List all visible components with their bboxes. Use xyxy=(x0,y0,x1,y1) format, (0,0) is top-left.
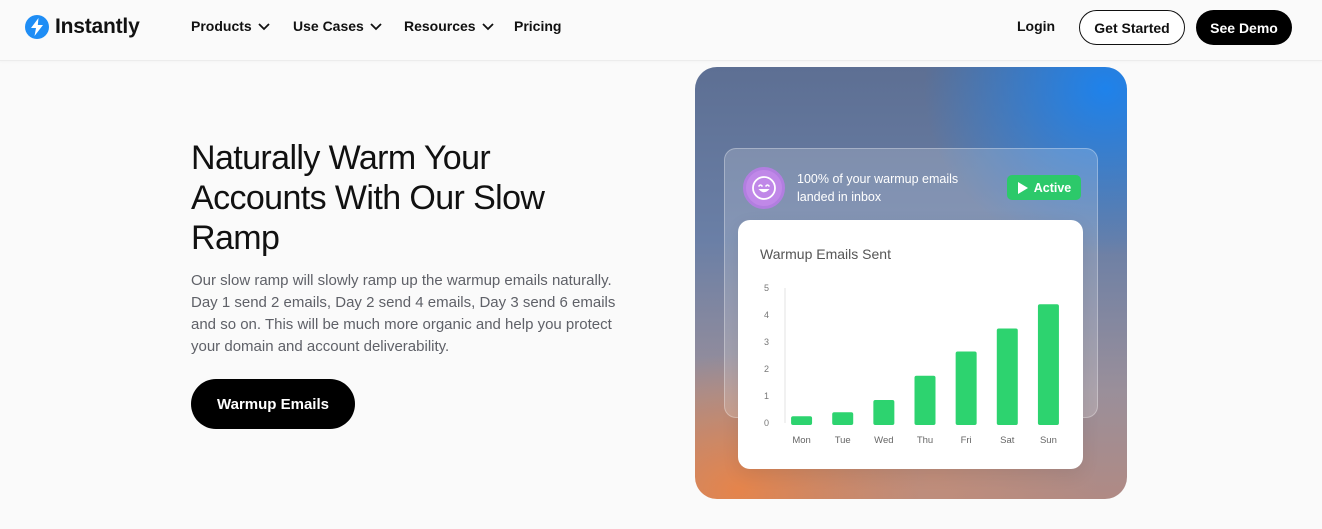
x-tick-label: Sat xyxy=(1000,435,1015,446)
chart-bar-thu xyxy=(914,375,936,425)
chevron-down-icon xyxy=(258,22,270,30)
warmup-emails-button[interactable]: Warmup Emails xyxy=(191,379,355,429)
chart-bar-fri xyxy=(955,351,977,425)
get-started-button[interactable]: Get Started xyxy=(1079,10,1185,45)
warmup-bar-chart: 0 1 2 3 4 5 Mon Tue Wed Thu Fri Sat Sun xyxy=(764,283,1059,446)
login-link[interactable]: Login xyxy=(1017,18,1055,34)
active-badge-label: Active xyxy=(1033,180,1072,195)
see-demo-button[interactable]: See Demo xyxy=(1196,10,1292,45)
play-icon xyxy=(1017,181,1028,194)
nav-menu-pricing[interactable]: Pricing xyxy=(514,18,561,34)
chevron-down-icon xyxy=(370,22,382,30)
lightning-bolt-icon xyxy=(25,15,49,39)
smiley-face-icon xyxy=(743,167,785,209)
hero-description: Our slow ramp will slowly ramp up the wa… xyxy=(191,272,616,355)
x-tick-label: Thu xyxy=(917,435,933,446)
brand-logo[interactable]: Instantly xyxy=(25,15,140,39)
chevron-down-icon xyxy=(481,22,494,30)
nav-menu-label: Products xyxy=(191,18,252,34)
y-tick-label: 3 xyxy=(764,337,769,347)
x-tick-label: Wed xyxy=(874,435,893,446)
y-tick-label: 1 xyxy=(764,391,769,401)
x-tick-label: Tue xyxy=(835,435,851,446)
nav-menu-use-cases[interactable]: Use Cases xyxy=(293,18,382,34)
brand-name: Instantly xyxy=(55,15,140,38)
nav-menu-label: Pricing xyxy=(514,18,562,34)
hero-headline: Naturally Warm Your Accounts With Our Sl… xyxy=(191,139,545,257)
x-tick-label: Fri xyxy=(961,435,972,446)
nav-menu-products[interactable]: Products xyxy=(191,18,270,34)
chart-bar-tue xyxy=(832,412,854,425)
y-tick-label: 0 xyxy=(764,418,769,428)
y-tick-label: 2 xyxy=(764,364,769,374)
y-tick-label: 5 xyxy=(764,283,769,293)
nav-menu-label: Resources xyxy=(404,18,476,34)
chart-bar-wed xyxy=(873,400,895,425)
feature-visual: 100% of your warmup emails landed in inb… xyxy=(695,67,1127,499)
x-tick-label: Mon xyxy=(792,435,810,446)
top-nav: Instantly Products Use Cases Resources P… xyxy=(0,0,1322,61)
inbox-status-message: 100% of your warmup emails landed in inb… xyxy=(797,172,959,204)
y-tick-label: 4 xyxy=(764,310,769,320)
chart-bar-mon xyxy=(791,416,813,425)
active-status-badge: Active xyxy=(1007,175,1081,200)
nav-menu-resources[interactable]: Resources xyxy=(404,18,494,34)
nav-menu-label: Use Cases xyxy=(293,18,364,34)
chart-bar-sun xyxy=(1037,304,1059,425)
chart-bar-sat xyxy=(996,328,1018,425)
warmup-chart-card: Warmup Emails Sent 0 1 2 3 4 5 Mon Tue Wed Thu Fri… xyxy=(738,220,1083,469)
x-tick-label: Sun xyxy=(1040,435,1057,446)
